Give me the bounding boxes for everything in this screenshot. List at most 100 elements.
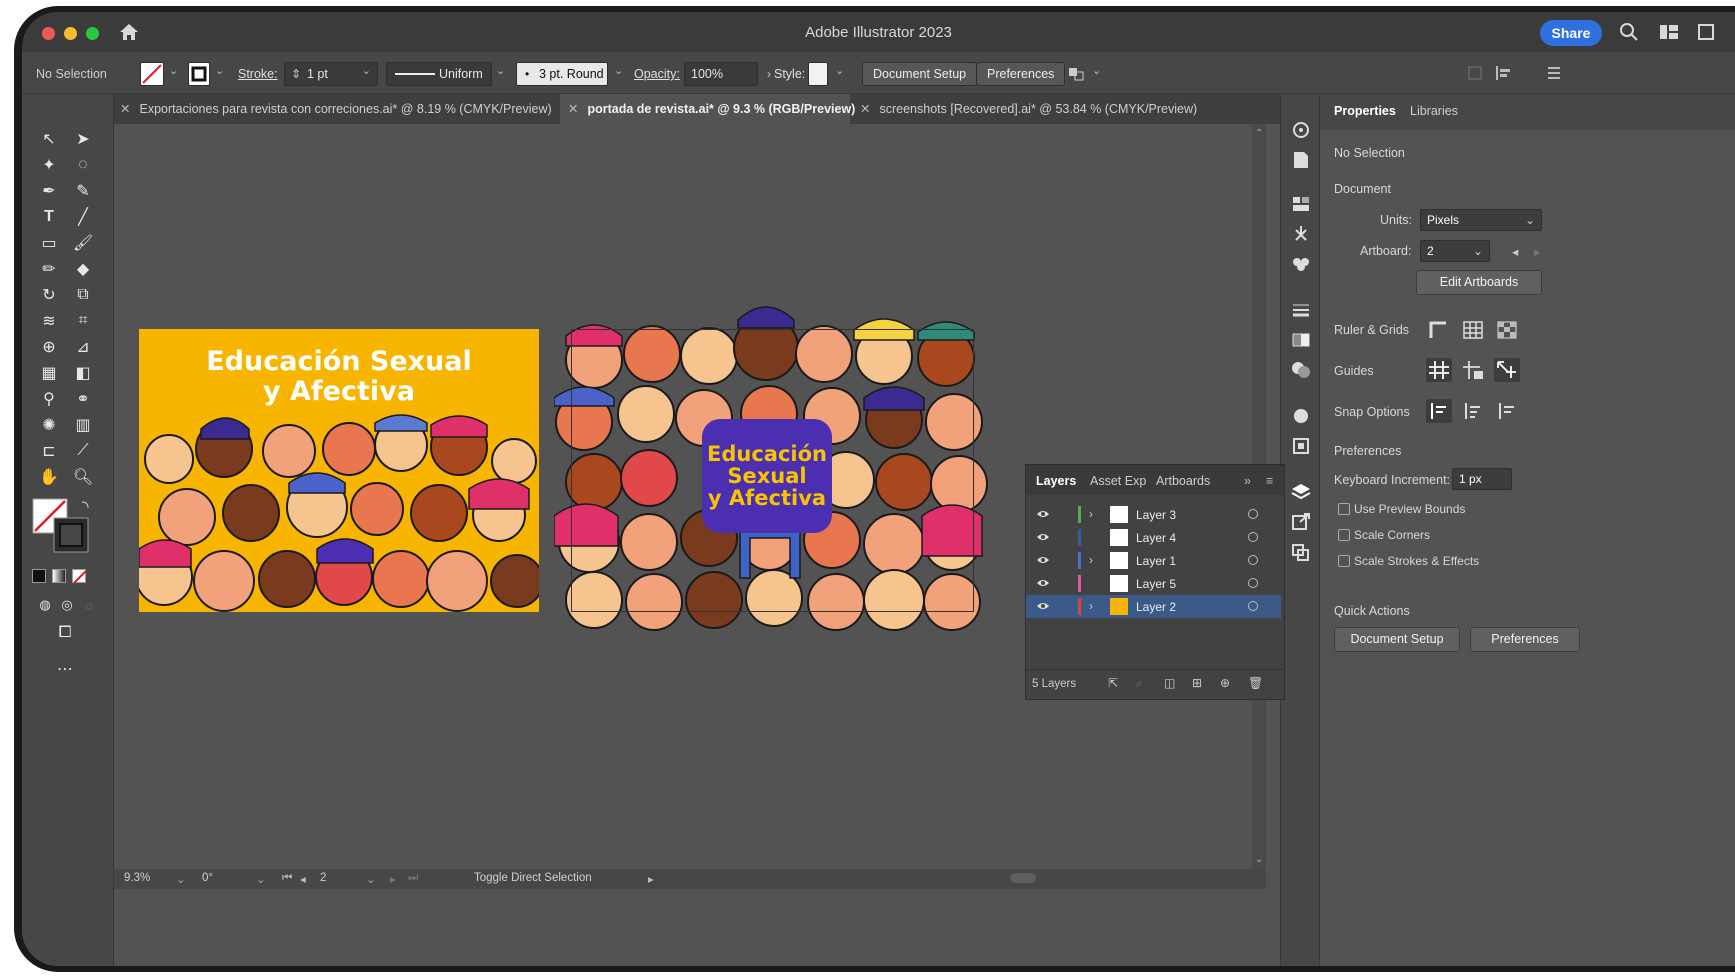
hand-tool-icon[interactable]: ✋ <box>36 466 62 488</box>
tab-layers[interactable]: Layers <box>1036 474 1076 488</box>
expand-layer-icon[interactable]: › <box>1089 599 1093 613</box>
mesh-tool-icon[interactable]: ▦ <box>36 362 62 384</box>
slice-tool-icon[interactable]: ⟋ <box>70 440 96 462</box>
layer-row[interactable]: Layer 5 <box>1026 572 1281 595</box>
artboards-panel-icon[interactable] <box>1290 542 1312 562</box>
fill-stroke-swatches[interactable] <box>32 498 94 554</box>
expand-layer-icon[interactable]: › <box>1089 553 1093 567</box>
graphic-style-swatch[interactable] <box>808 62 828 86</box>
layer-row[interactable]: › Layer 3 <box>1026 503 1281 526</box>
pencil-tool-icon[interactable]: ✏ <box>36 258 62 280</box>
appearance-icon[interactable] <box>1290 406 1312 426</box>
tab-exportaciones[interactable]: ✕ Exportaciones para revista con correcio… <box>120 94 556 124</box>
document-setup-button[interactable]: Document Setup <box>862 62 978 86</box>
fill-dropdown-icon[interactable]: ⌄ <box>169 64 178 77</box>
transparency-grid-icon[interactable] <box>1494 318 1520 342</box>
gradient-button-icon[interactable] <box>52 569 66 583</box>
layer-target-icon[interactable] <box>1248 578 1258 588</box>
variable-width-profile[interactable]: Uniform <box>386 62 492 86</box>
swatches-icon[interactable] <box>1290 194 1312 214</box>
last-artboard-icon[interactable]: ⏭ <box>408 872 418 885</box>
visibility-eye-icon[interactable] <box>1036 600 1050 612</box>
new-layer-icon[interactable]: ⊕ <box>1220 676 1230 690</box>
arrange-icon[interactable] <box>1066 64 1088 84</box>
quick-document-setup-button[interactable]: Document Setup <box>1334 627 1460 652</box>
new-sublayer-icon[interactable]: ⊞ <box>1192 676 1202 690</box>
stroke-swatch[interactable] <box>188 62 210 86</box>
stroke-weight-field[interactable]: ⇕ 1 pt ⌄ <box>284 62 378 86</box>
quick-preferences-button[interactable]: Preferences <box>1470 627 1580 652</box>
grid-icon[interactable] <box>1460 318 1486 342</box>
first-artboard-icon[interactable]: ⏮ <box>282 872 292 885</box>
layer-row[interactable]: › Layer 1 <box>1026 549 1281 572</box>
fill-swatch[interactable] <box>140 62 164 86</box>
paintbrush-tool-icon[interactable]: 🖌 <box>70 232 96 254</box>
layer-target-icon[interactable] <box>1248 555 1258 565</box>
shape-builder-tool-icon[interactable]: ⊕ <box>36 336 62 358</box>
scale-corners-checkbox[interactable] <box>1338 529 1350 541</box>
symbol-sprayer-tool-icon[interactable]: ✺ <box>36 414 62 436</box>
make-clipping-mask-icon[interactable]: ◫ <box>1164 676 1175 690</box>
horizontal-scrollbar[interactable] <box>674 873 1234 885</box>
collect-for-export-icon[interactable]: ⇱ <box>1108 676 1118 690</box>
align-icon[interactable] <box>1467 64 1483 82</box>
scroll-up-icon[interactable]: ⌃ <box>1255 128 1263 139</box>
magic-wand-tool-icon[interactable]: ✦ <box>36 154 62 176</box>
zoom-dropdown-icon[interactable]: ⌄ <box>176 872 186 886</box>
stroke-label[interactable]: Stroke: <box>238 63 278 85</box>
scroll-down-icon[interactable]: ⌄ <box>1255 854 1263 865</box>
profile-dropdown-icon[interactable]: ⌄ <box>496 64 505 77</box>
layer-name[interactable]: Layer 5 <box>1136 577 1176 591</box>
artboard-1[interactable]: Educación Sexual y Afectiva <box>139 329 539 612</box>
layer-target-icon[interactable] <box>1248 601 1258 611</box>
close-tab-icon[interactable]: ✕ <box>860 102 870 116</box>
scale-tool-icon[interactable]: ⧉ <box>70 284 96 306</box>
visibility-eye-icon[interactable] <box>1036 577 1050 589</box>
curvature-tool-icon[interactable]: ✎ <box>70 180 96 202</box>
line-tool-icon[interactable]: ╱ <box>70 206 96 228</box>
graphic-styles-icon[interactable] <box>1290 436 1312 456</box>
next-artboard-icon[interactable]: ▸ <box>1534 244 1540 259</box>
status-menu-icon[interactable]: ▸ <box>648 872 654 886</box>
layers-menu-icon[interactable]: ≡ <box>1266 474 1273 488</box>
use-preview-bounds-checkbox[interactable] <box>1338 503 1350 515</box>
perspective-grid-tool-icon[interactable]: ⊿ <box>70 336 96 358</box>
style-dropdown-icon[interactable]: ⌄ <box>835 64 844 77</box>
scale-strokes-checkbox[interactable] <box>1338 555 1350 567</box>
rotation-dropdown-icon[interactable]: ⌄ <box>256 872 266 886</box>
layer-row[interactable]: › Layer 2 <box>1026 595 1281 618</box>
preferences-button[interactable]: Preferences <box>976 62 1066 86</box>
none-button-icon[interactable] <box>72 569 87 584</box>
more-tools-icon[interactable]: ⋯ <box>52 658 78 680</box>
selection-tool-icon[interactable]: ↖ <box>36 128 62 150</box>
pen-tool-icon[interactable]: ✒ <box>36 180 62 202</box>
type-tool-icon[interactable]: T <box>36 206 62 228</box>
tab-properties[interactable]: Properties <box>1334 104 1396 118</box>
layers-icon[interactable] <box>1290 482 1312 502</box>
warp-tool-icon[interactable]: ≋ <box>36 310 62 332</box>
stroke-panel-icon[interactable] <box>1290 300 1312 320</box>
rotate-tool-icon[interactable]: ↻ <box>36 284 62 306</box>
visibility-eye-icon[interactable] <box>1036 554 1050 566</box>
column-graph-tool-icon[interactable]: ▥ <box>70 414 96 436</box>
units-select[interactable]: Pixels ⌄ <box>1420 209 1542 231</box>
symbols-icon[interactable] <box>1290 254 1312 274</box>
edit-artboards-button[interactable]: Edit Artboards <box>1416 270 1542 295</box>
layer-name[interactable]: Layer 3 <box>1136 508 1176 522</box>
rotation-value[interactable]: 0° <box>202 872 213 884</box>
show-guides-icon[interactable] <box>1426 358 1452 382</box>
artboard-select[interactable]: 2 ⌄ <box>1420 240 1490 262</box>
layer-target-icon[interactable] <box>1248 509 1258 519</box>
expand-panel-icon[interactable]: » <box>1244 474 1251 488</box>
distribute-icon[interactable] <box>1494 64 1514 82</box>
tab-artboards[interactable]: Artboards <box>1156 474 1210 488</box>
cc-libraries-icon[interactable] <box>1290 120 1312 140</box>
arrange-dropdown-icon[interactable]: ⌄ <box>1092 64 1101 77</box>
visibility-eye-icon[interactable] <box>1036 508 1050 520</box>
tab-screenshots[interactable]: ✕ screenshots [Recovered].ai* @ 53.84 % (… <box>856 94 1276 124</box>
layer-row[interactable]: Layer 4 <box>1026 526 1281 549</box>
layer-target-icon[interactable] <box>1248 532 1258 542</box>
panel-menu-icon[interactable] <box>1546 64 1562 82</box>
tab-portada[interactable]: ✕ portada de revista.ai* @ 9.3 % (RGB/Pre… <box>560 94 855 124</box>
tab-asset-export[interactable]: Asset Exp <box>1090 474 1148 488</box>
